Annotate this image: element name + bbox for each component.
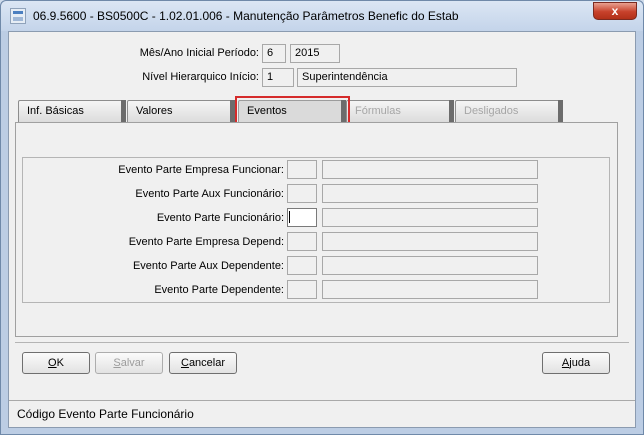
button-separator [15, 342, 629, 343]
eventos-group: Evento Parte Empresa Funcionar: Evento P… [22, 157, 610, 303]
evento-label: Evento Parte Aux Funcionário: [135, 188, 284, 200]
cancelar-button[interactable]: Cancelar [169, 352, 237, 374]
evento-aux-funcionario-desc [322, 184, 538, 203]
tab-label: Fórmulas [355, 105, 401, 117]
evento-label: Evento Parte Empresa Funcionar: [118, 164, 284, 176]
evento-empresa-depend-desc [322, 232, 538, 251]
period-month-field[interactable]: 6 [262, 44, 286, 63]
tab-inf-basicas[interactable]: Inf. Básicas [18, 100, 126, 122]
evento-aux-funcionario-code[interactable] [287, 184, 317, 203]
evento-dependente-code[interactable] [287, 280, 317, 299]
tab-formulas[interactable]: Fórmulas [346, 100, 454, 122]
evento-label: Evento Parte Dependente: [154, 284, 284, 296]
evento-aux-dependente-desc [322, 256, 538, 275]
level-code-field[interactable]: 1 [262, 68, 294, 87]
evento-funcionario-code[interactable] [287, 208, 317, 227]
title-bar[interactable]: 06.9.5600 - BS0500C - 1.02.01.006 - Manu… [1, 1, 643, 31]
status-text: Código Evento Parte Funcionário [17, 407, 194, 421]
evento-empresa-funcionar-code[interactable] [287, 160, 317, 179]
period-label: Mês/Ano Inicial Período: [139, 47, 259, 59]
period-year-field[interactable]: 2015 [290, 44, 340, 63]
application-window: 06.9.5600 - BS0500C - 1.02.01.006 - Manu… [0, 0, 644, 435]
ajuda-button[interactable]: Ajuda [542, 352, 610, 374]
main-form: Mês/Ano Inicial Período: 6 2015 Nível Hi… [8, 31, 636, 428]
evento-empresa-depend-code[interactable] [287, 232, 317, 251]
status-bar: Código Evento Parte Funcionário [9, 400, 635, 427]
tab-panel-eventos: Evento Parte Empresa Funcionar: Evento P… [15, 122, 618, 337]
evento-aux-dependente-code[interactable] [287, 256, 317, 275]
app-icon [10, 8, 26, 24]
salvar-button[interactable]: Salvar [95, 352, 163, 374]
evento-label: Evento Parte Funcionário: [156, 212, 284, 224]
ok-button[interactable]: OK [22, 352, 90, 374]
level-label: Nível Hierarquico Início: [142, 71, 259, 83]
evento-label: Evento Parte Aux Dependente: [132, 260, 284, 272]
evento-label: Evento Parte Empresa Depend: [128, 236, 284, 248]
tab-valores[interactable]: Valores [127, 100, 235, 122]
window-title: 06.9.5600 - BS0500C - 1.02.01.006 - Manu… [33, 9, 459, 23]
level-name-field: Superintendência [297, 68, 517, 87]
evento-funcionario-desc [322, 208, 538, 227]
evento-empresa-funcionar-desc [322, 160, 538, 179]
tab-label: Inf. Básicas [27, 105, 84, 117]
evento-dependente-desc [322, 280, 538, 299]
close-icon: x [611, 4, 619, 18]
tab-label: Desligados [464, 105, 519, 117]
tab-desligados[interactable]: Desligados [455, 100, 563, 122]
close-button[interactable]: x [593, 2, 637, 20]
tab-label: Valores [136, 105, 173, 117]
